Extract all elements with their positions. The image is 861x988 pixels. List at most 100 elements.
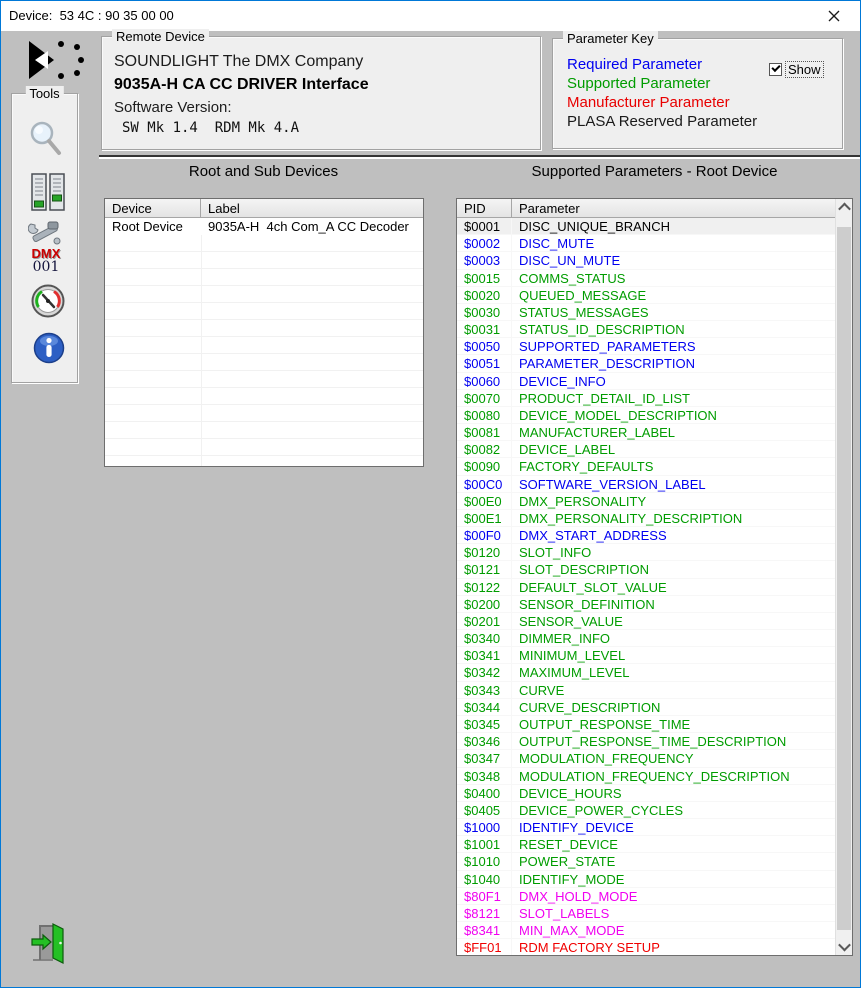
faders-tool-button[interactable] xyxy=(31,173,65,216)
parameter-row[interactable]: $0342MAXIMUM_LEVEL xyxy=(457,664,837,681)
parameter-row[interactable]: $00E1DMX_PERSONALITY_DESCRIPTION xyxy=(457,510,837,527)
parameter-row[interactable]: $1001RESET_DEVICE xyxy=(457,836,837,853)
parameter-row[interactable]: $0082DEVICE_LABEL xyxy=(457,441,837,458)
parameter-row[interactable]: $0051PARAMETER_DESCRIPTION xyxy=(457,355,837,372)
software-version-label: Software Version: xyxy=(114,99,232,116)
parameter-row[interactable]: $0347MODULATION_FREQUENCY xyxy=(457,750,837,767)
parameter-row[interactable]: $8341MIN_MAX_MODE xyxy=(457,922,837,939)
parameter-row[interactable]: $0003DISC_UN_MUTE xyxy=(457,252,837,269)
parameter-row[interactable]: $0120SLOT_INFO xyxy=(457,544,837,561)
parameter-row[interactable]: $00C0SOFTWARE_VERSION_LABEL xyxy=(457,476,837,493)
parameter-name: MINIMUM_LEVEL xyxy=(512,647,837,663)
devices-column-label[interactable]: Label xyxy=(201,199,423,217)
parameter-row[interactable]: $0080DEVICE_MODEL_DESCRIPTION xyxy=(457,407,837,424)
parameter-name: DISC_MUTE xyxy=(512,235,837,251)
parameter-name: DMX_START_ADDRESS xyxy=(512,527,837,543)
checkbox-icon[interactable] xyxy=(769,63,782,76)
parameters-column-parameter[interactable]: Parameter xyxy=(512,199,837,217)
device-row[interactable]: Root Device9035A-H 4ch Com_A CC Decoder xyxy=(105,218,423,235)
parameter-row[interactable]: $0346OUTPUT_RESPONSE_TIME_DESCRIPTION xyxy=(457,733,837,750)
parameters-column-pid[interactable]: PID xyxy=(457,199,512,217)
parameter-row[interactable]: $00F0DMX_START_ADDRESS xyxy=(457,527,837,544)
parameter-row[interactable]: $0070PRODUCT_DETAIL_ID_LIST xyxy=(457,390,837,407)
parameter-pid: $0405 xyxy=(457,802,512,818)
show-checkbox-label[interactable]: Show xyxy=(785,61,824,78)
parameter-row[interactable]: $8121SLOT_LABELS xyxy=(457,905,837,922)
parameter-row[interactable]: $80F1DMX_HOLD_MODE xyxy=(457,888,837,905)
close-button[interactable] xyxy=(814,1,854,31)
parameter-pid: $0020 xyxy=(457,287,512,303)
parameters-table-body: $0001DISC_UNIQUE_BRANCH$0002DISC_MUTE$00… xyxy=(457,218,837,955)
parameter-row[interactable]: $0081MANUFACTURER_LABEL xyxy=(457,424,837,441)
parameter-row[interactable]: $00E0DMX_PERSONALITY xyxy=(457,493,837,510)
scrollbar-thumb[interactable] xyxy=(837,227,851,930)
parameter-pid: $0347 xyxy=(457,750,512,766)
parameter-pid: $0051 xyxy=(457,355,512,371)
parameter-pid: $0001 xyxy=(457,218,512,234)
dmx-address-tool-button[interactable]: DMX 001 xyxy=(27,220,65,275)
parameter-row[interactable]: $0405DEVICE_POWER_CYCLES xyxy=(457,802,837,819)
parameter-row[interactable]: $FF01RDM FACTORY SETUP xyxy=(457,939,837,955)
parameter-name: SLOT_LABELS xyxy=(512,905,837,921)
parameter-row[interactable]: $0031STATUS_ID_DESCRIPTION xyxy=(457,321,837,338)
scrollbar[interactable] xyxy=(835,199,852,955)
parameter-row[interactable]: $0001DISC_UNIQUE_BRANCH xyxy=(457,218,837,235)
devices-panel-title: Root and Sub Devices xyxy=(104,163,423,180)
parameter-row[interactable]: $0121SLOT_DESCRIPTION xyxy=(457,561,837,578)
devices-column-device[interactable]: Device xyxy=(105,199,201,217)
scrollbar-down-button[interactable] xyxy=(836,938,852,955)
parameter-row[interactable]: $0343CURVE xyxy=(457,682,837,699)
parameter-pid: $0070 xyxy=(457,390,512,406)
scrollbar-up-button[interactable] xyxy=(836,199,852,216)
parameter-name: DEFAULT_SLOT_VALUE xyxy=(512,579,837,595)
parameter-pid: $00E0 xyxy=(457,493,512,509)
parameter-pid: $0015 xyxy=(457,270,512,286)
parameter-row[interactable]: $0015COMMS_STATUS xyxy=(457,270,837,287)
parameter-pid: $00C0 xyxy=(457,476,512,492)
parameters-table-header: PID Parameter xyxy=(457,199,837,218)
parameter-row[interactable]: $0122DEFAULT_SLOT_VALUE xyxy=(457,579,837,596)
parameter-row[interactable]: $1000IDENTIFY_DEVICE xyxy=(457,819,837,836)
parameter-row[interactable]: $0050SUPPORTED_PARAMETERS xyxy=(457,338,837,355)
parameter-row[interactable]: $0030STATUS_MESSAGES xyxy=(457,304,837,321)
discover-tool-button[interactable] xyxy=(28,120,64,165)
parameters-panel-title: Supported Parameters - Root Device xyxy=(456,163,853,180)
parameter-name: DEVICE_MODEL_DESCRIPTION xyxy=(512,407,837,423)
parameter-row[interactable]: $0200SENSOR_DEFINITION xyxy=(457,596,837,613)
parameter-row[interactable]: $0201SENSOR_VALUE xyxy=(457,613,837,630)
gauge-tool-button[interactable] xyxy=(31,284,65,323)
parameter-pid: $1010 xyxy=(457,853,512,869)
parameter-row[interactable]: $0002DISC_MUTE xyxy=(457,235,837,252)
parameter-row[interactable]: $0340DIMMER_INFO xyxy=(457,630,837,647)
window-title: Device: 53 4C : 90 35 00 00 xyxy=(9,8,174,23)
parameter-pid: $0344 xyxy=(457,699,512,715)
parameter-row[interactable]: $0345OUTPUT_RESPONSE_TIME xyxy=(457,716,837,733)
tools-group-label: Tools xyxy=(25,86,63,101)
parameter-row[interactable]: $1010POWER_STATE xyxy=(457,853,837,870)
parameter-name: PRODUCT_DETAIL_ID_LIST xyxy=(512,390,837,406)
parameter-pid: $0342 xyxy=(457,664,512,680)
parameter-row[interactable]: $0020QUEUED_MESSAGE xyxy=(457,287,837,304)
parameter-pid: $0121 xyxy=(457,561,512,577)
parameter-name: CURVE_DESCRIPTION xyxy=(512,699,837,715)
device-company: SOUNDLIGHT The DMX Company xyxy=(114,53,363,71)
parameter-row[interactable]: $0400DEVICE_HOURS xyxy=(457,785,837,802)
parameter-name: OUTPUT_RESPONSE_TIME xyxy=(512,716,837,732)
exit-button[interactable] xyxy=(31,922,67,964)
info-tool-button[interactable] xyxy=(33,332,65,369)
parameter-row[interactable]: $1040IDENTIFY_MODE xyxy=(457,871,837,888)
parameter-row[interactable]: $0344CURVE_DESCRIPTION xyxy=(457,699,837,716)
parameter-row[interactable]: $0090FACTORY_DEFAULTS xyxy=(457,458,837,475)
key-plasa-reserved-parameter: PLASA Reserved Parameter xyxy=(567,113,757,131)
show-checkbox[interactable]: Show xyxy=(769,61,824,78)
parameter-row[interactable]: $0060DEVICE_INFO xyxy=(457,373,837,390)
parameter-pid: $0050 xyxy=(457,338,512,354)
parameter-name: SOFTWARE_VERSION_LABEL xyxy=(512,476,837,492)
parameter-pid: $1040 xyxy=(457,871,512,887)
parameter-row[interactable]: $0341MINIMUM_LEVEL xyxy=(457,647,837,664)
parameter-name: DEVICE_POWER_CYCLES xyxy=(512,802,837,818)
parameter-name: MAXIMUM_LEVEL xyxy=(512,664,837,680)
parameter-name: MODULATION_FREQUENCY_DESCRIPTION xyxy=(512,768,837,784)
parameter-row[interactable]: $0348MODULATION_FREQUENCY_DESCRIPTION xyxy=(457,768,837,785)
parameter-pid: $0201 xyxy=(457,613,512,629)
